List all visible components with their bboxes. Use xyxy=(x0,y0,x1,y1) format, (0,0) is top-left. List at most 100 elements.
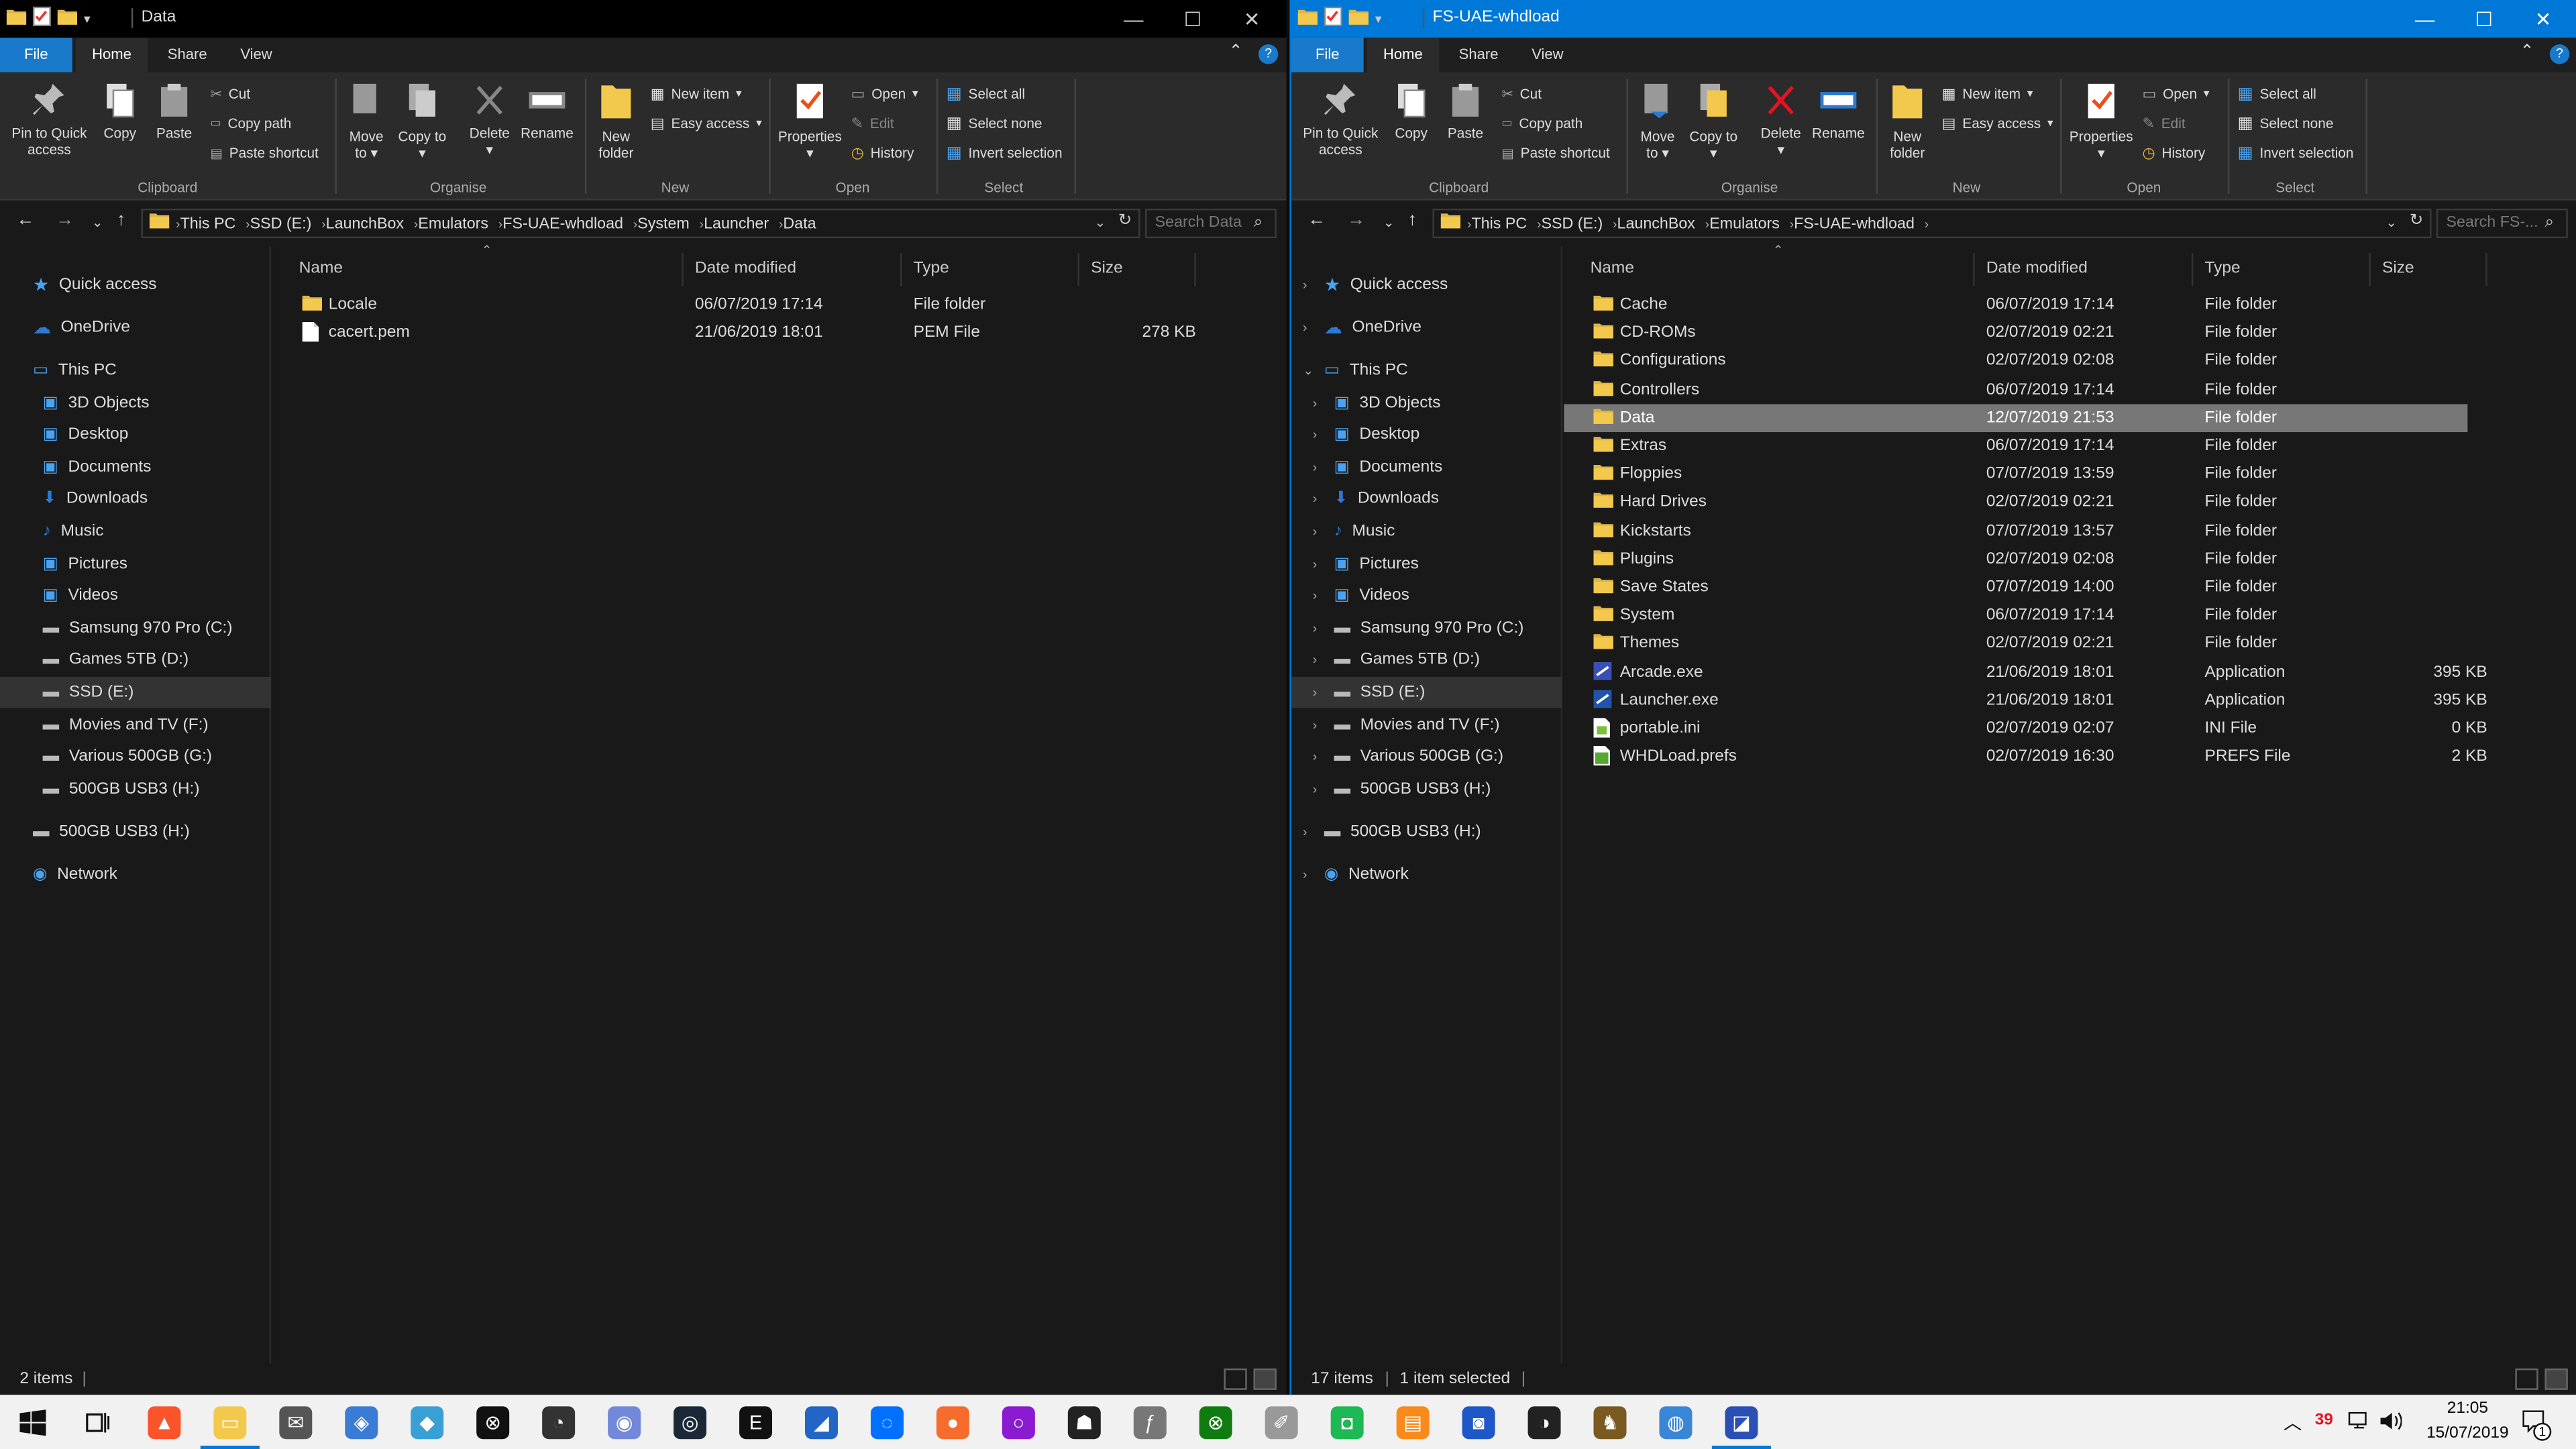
file-row[interactable]: System 06/07/2019 17:14 File folder xyxy=(1564,602,2467,630)
sidebar-item[interactable]: ▣ Pictures xyxy=(0,549,271,580)
chevron-right-icon[interactable]: › xyxy=(1313,396,1318,411)
breadcrumb-item[interactable]: FS-UAE-whdload xyxy=(1794,215,1915,233)
delete-button[interactable]: Delete ▾ xyxy=(1755,82,1807,158)
breadcrumb-item[interactable]: LaunchBox xyxy=(326,215,404,233)
column-header-size[interactable]: Size xyxy=(2372,253,2487,286)
task-view-button[interactable] xyxy=(77,1403,117,1442)
large-icons-view-icon[interactable] xyxy=(1253,1368,1277,1390)
file-explorer-icon[interactable]: ▭ xyxy=(210,1403,250,1442)
move-to-button[interactable]: Move to ▾ xyxy=(341,82,390,161)
details-view-icon[interactable] xyxy=(1224,1368,1247,1390)
sidebar-item[interactable]: ▬ 500GB USB3 (H:) xyxy=(0,816,271,848)
file-row[interactable]: Data 12/07/2019 21:53 File folder xyxy=(1564,403,2468,432)
help-icon[interactable]: ? xyxy=(1258,44,1279,64)
file-row[interactable]: Controllers 06/07/2019 17:14 File folder xyxy=(1564,376,2467,404)
sidebar-item[interactable]: › ▬ Various 500GB (G:) xyxy=(1291,741,1562,772)
open-button[interactable]: ▭ Open ▾ xyxy=(851,82,918,105)
clock-time[interactable]: 21:05 xyxy=(2431,1400,2504,1418)
paste-button[interactable]: Paste xyxy=(151,82,197,142)
sidebar-item[interactable]: › ▬ Games 5TB (D:) xyxy=(1291,644,1562,676)
column-header-date-modified[interactable]: Date modified xyxy=(1976,253,2194,286)
recent-locations-icon[interactable]: ⌄ xyxy=(1383,215,1394,230)
address-bar[interactable]: › This PC › SSD (E:) › LaunchBox › Emulators › FS… xyxy=(141,209,1140,239)
collapse-ribbon-icon[interactable]: ⌃ xyxy=(2520,43,2534,61)
epic-games-icon[interactable]: E xyxy=(736,1403,775,1442)
sidebar-item[interactable]: ▭ This PC xyxy=(0,355,271,386)
forward-arrow-icon[interactable]: → xyxy=(56,210,74,229)
sidebar-item[interactable]: ▬ Games 5TB (D:) xyxy=(0,644,271,676)
copy-path-button[interactable]: ▭ Copy path xyxy=(1501,112,1582,135)
file-row[interactable]: CD-ROMs 02/07/2019 02:21 File folder xyxy=(1564,319,2467,347)
sidebar-item[interactable]: ▬ SSD (E:) xyxy=(0,676,272,708)
box-icon[interactable]: ◆ xyxy=(407,1403,447,1442)
copy-button[interactable]: Copy xyxy=(1390,82,1433,142)
brave-icon[interactable]: ▲ xyxy=(145,1403,184,1442)
uplay-icon[interactable]: ◌ xyxy=(867,1403,907,1442)
copy-to-button[interactable]: Copy to ▾ xyxy=(1689,82,1738,161)
breadcrumb-item[interactable]: This PC xyxy=(180,215,236,233)
address-bar[interactable]: › This PC › SSD (E:) › LaunchBox › Emulators › FS… xyxy=(1432,209,2432,239)
chevron-right-icon[interactable]: › xyxy=(1313,557,1318,572)
move-to-button[interactable]: Move to ▾ xyxy=(1633,82,1682,161)
back-arrow-icon[interactable]: ← xyxy=(1307,210,1326,229)
cut-button[interactable]: ✂ Cut xyxy=(1501,82,1542,105)
breadcrumb-item[interactable]: Emulators xyxy=(418,215,488,233)
sidebar-item[interactable]: › ♪ Music xyxy=(1291,516,1562,547)
copy-path-button[interactable]: ▭ Copy path xyxy=(210,112,291,135)
customize-dropdown-icon[interactable]: ▾ xyxy=(84,11,91,26)
fs-uae-icon[interactable]: ◪ xyxy=(1722,1403,1762,1442)
file-row[interactable]: portable.ini 02/07/2019 02:07 INI File 0 KB xyxy=(1564,714,2487,743)
history-button[interactable]: ◷ History xyxy=(2142,142,2205,164)
sidebar-item[interactable]: ▣ Desktop xyxy=(0,419,271,450)
chevron-right-icon[interactable]: › xyxy=(1313,460,1318,475)
chevron-right-icon[interactable]: › xyxy=(1313,718,1318,733)
sidebar-item[interactable]: › ◉ Network xyxy=(1291,859,1562,891)
chevron-right-icon[interactable]: › xyxy=(1313,491,1318,506)
orange-app-icon[interactable]: ▤ xyxy=(1393,1403,1433,1442)
address-dropdown-icon[interactable]: ⌄ xyxy=(1095,215,1106,230)
invert-selection-button[interactable]: ▦ Invert selection xyxy=(2238,142,2354,164)
file-row[interactable]: Themes 02/07/2019 02:21 File folder xyxy=(1564,630,2467,658)
sidebar-item[interactable]: › ⬇ Downloads xyxy=(1291,483,1562,515)
sidebar-item[interactable]: ⬇ Downloads xyxy=(0,483,271,515)
invert-selection-button[interactable]: ▦ Invert selection xyxy=(947,142,1063,164)
collapse-ribbon-icon[interactable]: ⌃ xyxy=(1229,43,1243,61)
game-icon[interactable]: ♞ xyxy=(1591,1403,1630,1442)
chevron-right-icon[interactable]: › xyxy=(1303,867,1307,882)
new-item-button[interactable]: ▦ New item ▾ xyxy=(1942,82,2033,105)
tray-badge[interactable]: 39 xyxy=(2315,1411,2333,1430)
help-icon[interactable]: ? xyxy=(2549,44,2570,64)
sidebar-item[interactable]: › ▣ Pictures xyxy=(1291,549,1562,580)
file-row[interactable]: Locale 06/07/2019 17:14 File folder xyxy=(273,290,1177,319)
history-button[interactable]: ◷ History xyxy=(851,142,914,164)
refresh-icon[interactable]: ↻ xyxy=(2410,212,2424,230)
file-row[interactable]: Arcade.exe 21/06/2019 18:01 Application 395… xyxy=(1564,658,2487,686)
chevron-down-icon[interactable]: ⌄ xyxy=(1303,363,1313,378)
paste-button[interactable]: Paste xyxy=(1442,82,1489,142)
column-header-type[interactable]: Type xyxy=(2195,253,2371,286)
tab-view[interactable]: View xyxy=(1515,38,1580,72)
properties-icon[interactable] xyxy=(32,6,51,32)
recent-locations-icon[interactable]: ⌄ xyxy=(92,215,103,230)
properties-button[interactable]: Properties ▾ xyxy=(2067,82,2136,161)
file-row[interactable]: Configurations 02/07/2019 02:08 File folde… xyxy=(1564,347,2467,376)
file-row[interactable]: Save States 07/07/2019 14:00 File folder xyxy=(1564,574,2467,602)
column-header-type[interactable]: Type xyxy=(904,253,1079,286)
sidebar-item[interactable]: ▬ Movies and TV (F:) xyxy=(0,710,271,741)
gog-icon[interactable]: ○ xyxy=(999,1403,1038,1442)
close-button[interactable]: ✕ xyxy=(2509,0,2576,38)
chevron-right-icon[interactable]: › xyxy=(1303,321,1307,335)
tab-file[interactable]: File xyxy=(0,38,72,72)
file-row[interactable]: Plugins 02/07/2019 02:08 File folder xyxy=(1564,545,2467,574)
chevron-right-icon[interactable]: › xyxy=(1303,824,1307,839)
tab-share[interactable]: Share xyxy=(1442,38,1515,72)
sidebar-item[interactable]: › ★ Quick access xyxy=(1291,270,1562,301)
sidebar-item[interactable]: ▬ 500GB USB3 (H:) xyxy=(0,773,271,805)
search-icon[interactable]: ⌕ xyxy=(2544,213,2554,231)
xbox-icon[interactable]: ⊗ xyxy=(473,1403,513,1442)
close-button[interactable]: ✕ xyxy=(1218,0,1287,38)
paste-shortcut-button[interactable]: ▤ Paste shortcut xyxy=(1501,142,1609,164)
up-arrow-icon[interactable]: ↑ xyxy=(117,210,125,229)
breadcrumb-item[interactable]: SSD (E:) xyxy=(250,215,312,233)
network-icon[interactable] xyxy=(2348,1409,2371,1438)
